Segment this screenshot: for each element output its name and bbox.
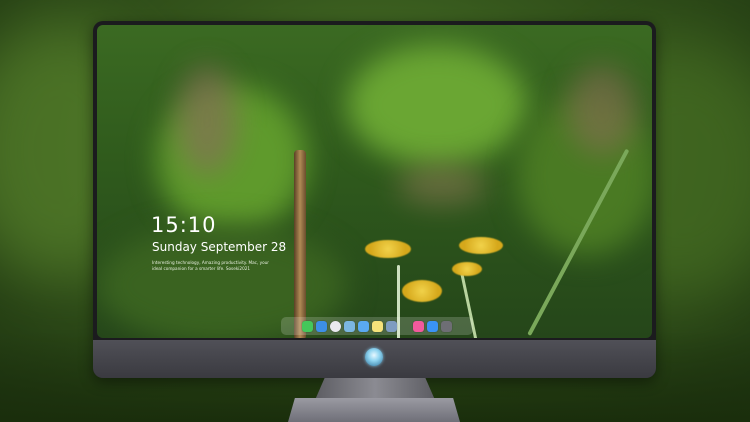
preview-icon[interactable] (386, 320, 397, 332)
brand-logo-icon (365, 348, 383, 366)
dock (281, 317, 473, 335)
safari-icon[interactable] (330, 320, 341, 332)
screen: 15:10 Sunday September 28 Interesting te… (97, 25, 652, 338)
monitor-neck (315, 378, 435, 400)
messages-icon[interactable] (302, 320, 313, 332)
lockscreen-tagline: Interesting technology, Amazing producti… (152, 260, 270, 271)
video-icon[interactable] (358, 320, 369, 332)
insect-stem (294, 150, 306, 338)
monitor-chin (93, 340, 656, 378)
music-icon[interactable] (413, 320, 424, 332)
monitor-base (288, 398, 460, 422)
camera-icon[interactable] (441, 320, 452, 332)
lockscreen-date: Sunday September 28 (152, 240, 287, 254)
notes-icon[interactable] (372, 320, 383, 332)
appstore-icon[interactable] (427, 320, 438, 332)
finder-icon[interactable] (316, 320, 327, 332)
photos-icon[interactable] (344, 320, 355, 332)
monitor: 15:10 Sunday September 28 Interesting te… (93, 21, 656, 378)
lockscreen-time: 15:10 (151, 213, 217, 237)
